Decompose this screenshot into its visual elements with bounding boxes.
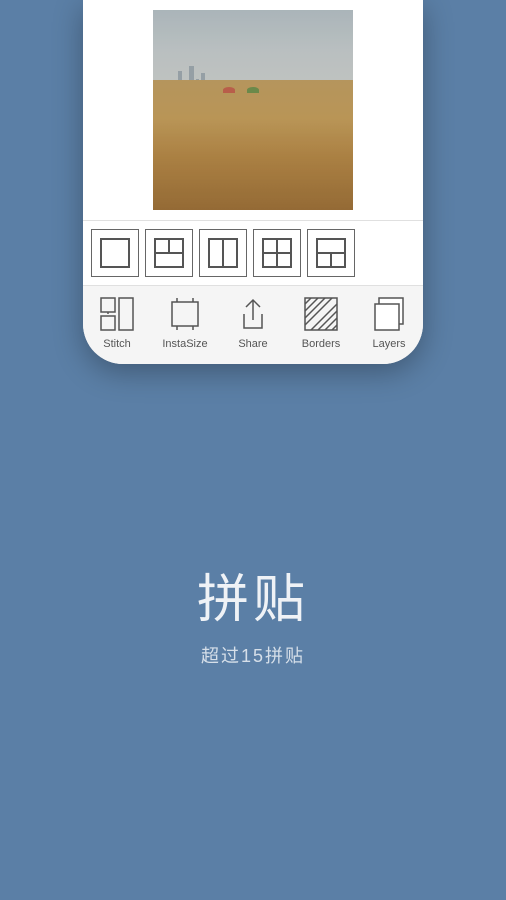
layers-icon [369,294,409,334]
share-icon [233,294,273,334]
beach-photo [153,10,353,210]
photo-area [83,0,423,220]
borders-icon [301,294,341,334]
layout-wide-top[interactable] [307,229,355,277]
phone-mockup: Stitch InstaSize [83,0,423,364]
sepia-overlay [153,10,353,210]
layout-four-grid[interactable] [253,229,301,277]
layout-options [83,229,363,277]
toolbar: Stitch InstaSize [83,285,423,364]
tool-layers[interactable]: Layers [359,294,419,350]
layers-label: Layers [372,338,405,350]
stitch-label: Stitch [103,338,131,350]
tool-instasize[interactable]: InstaSize [155,294,215,350]
layout-top-split[interactable] [145,229,193,277]
tool-borders[interactable]: Borders [291,294,351,350]
layout-strip [83,220,423,285]
instasize-label: InstaSize [162,338,207,350]
tool-stitch[interactable]: Stitch [87,294,147,350]
photo-frame [153,10,353,210]
share-label: Share [238,338,267,350]
layout-single[interactable] [91,229,139,277]
sub-title: 超过15拼贴 [201,642,305,668]
borders-label: Borders [302,338,341,350]
instasize-icon [165,294,205,334]
tool-share[interactable]: Share [223,294,283,350]
stitch-icon [97,294,137,334]
layout-two-col[interactable] [199,229,247,277]
main-title: 拼贴 [197,557,309,632]
bottom-section: 拼贴 超过15拼贴 [197,364,309,900]
